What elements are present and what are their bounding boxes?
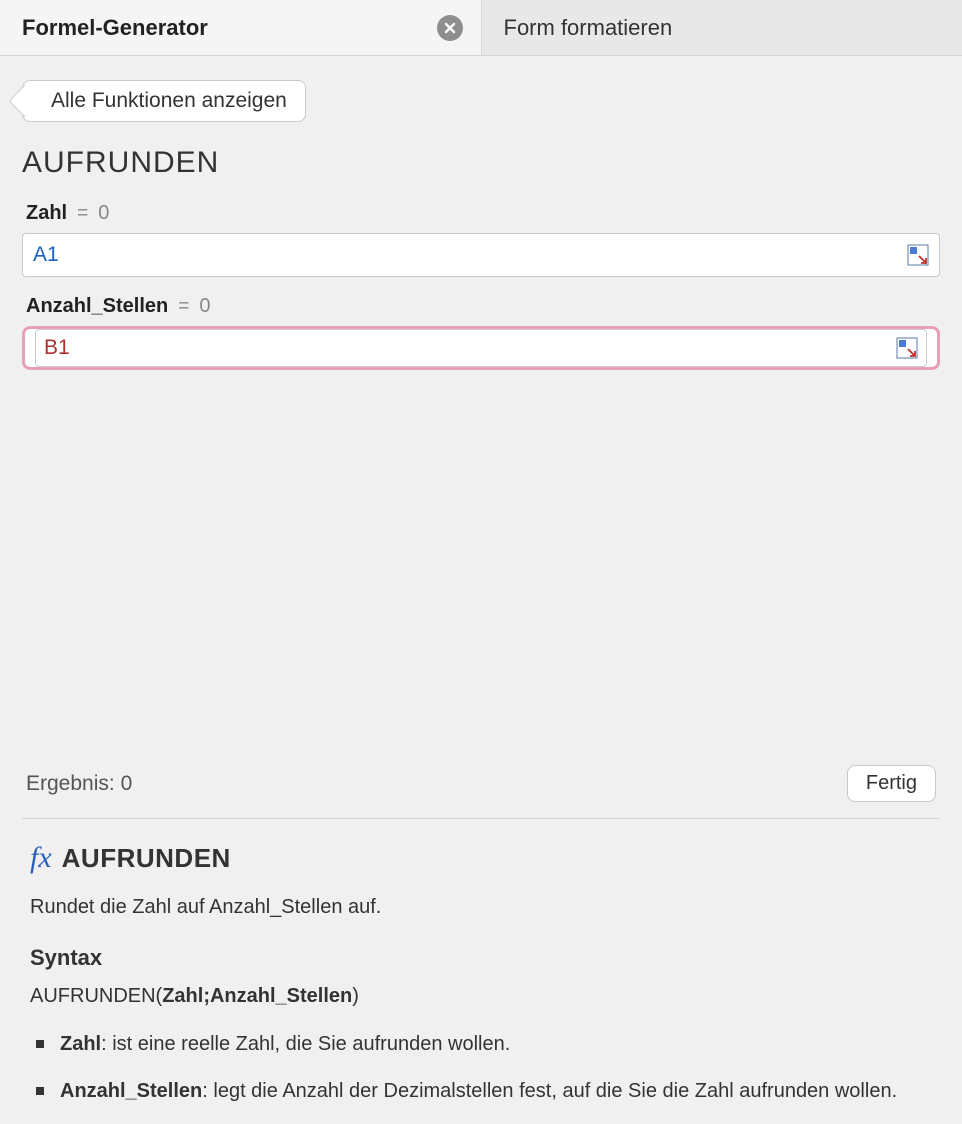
doc-arg-desc: : legt die Anzahl der Dezimalstellen fes… (202, 1080, 897, 1102)
tab-label: Form formatieren (504, 15, 673, 41)
doc-arg-desc: : ist eine reelle Zahl, die Sie aufrunde… (101, 1033, 510, 1055)
equals-sign: = (77, 203, 88, 225)
sig-prefix: AUFRUNDEN( (30, 985, 162, 1007)
fx-icon: fx (30, 841, 52, 875)
tab-bar: Formel-Generator Form formatieren (0, 0, 962, 56)
doc-func-name: AUFRUNDEN (62, 843, 231, 874)
doc-description: Rundet die Zahl auf Anzahl_Stellen auf. (30, 893, 932, 921)
param-name: Zahl (26, 202, 67, 225)
result-value: 0 (121, 772, 133, 795)
doc-arg-list: Zahl: ist eine reelle Zahl, die Sie aufr… (30, 1030, 932, 1106)
sig-suffix: ) (352, 985, 359, 1007)
param-input-zahl[interactable] (33, 243, 907, 267)
param-preview-value: 0 (98, 202, 109, 225)
function-help: fx AUFRUNDEN Rundet die Zahl auf Anzahl_… (22, 819, 940, 1124)
param-row: Anzahl_Stellen = 0 (22, 295, 940, 370)
param-input-wrap-focused (22, 326, 940, 370)
function-title: AUFRUNDEN (22, 146, 940, 180)
param-row: Zahl = 0 (22, 202, 940, 277)
tab-format-shape[interactable]: Form formatieren (482, 0, 962, 55)
doc-arg-name: Zahl (60, 1033, 101, 1055)
breadcrumb-label: Alle Funktionen anzeigen (51, 89, 287, 113)
range-picker-icon[interactable] (896, 337, 918, 359)
result-label: Ergebnis: (26, 772, 115, 795)
result-row: Ergebnis: 0 Fertig (22, 757, 940, 819)
doc-signature: AUFRUNDEN(Zahl;Anzahl_Stellen) (30, 985, 932, 1008)
done-button[interactable]: Fertig (847, 765, 936, 802)
formula-panel: Alle Funktionen anzeigen AUFRUNDEN Zahl … (0, 56, 962, 1124)
close-icon[interactable] (437, 15, 463, 41)
doc-arg-name: Anzahl_Stellen (60, 1080, 202, 1102)
param-input-anzahl-stellen[interactable] (44, 336, 896, 360)
param-label-row: Zahl = 0 (22, 202, 940, 225)
param-label-row: Anzahl_Stellen = 0 (22, 295, 940, 318)
syntax-heading: Syntax (30, 945, 932, 971)
param-preview-value: 0 (199, 295, 210, 318)
tab-label: Formel-Generator (22, 15, 208, 41)
doc-arg-item: Anzahl_Stellen: legt die Anzahl der Dezi… (34, 1077, 932, 1106)
doc-arg-item: Zahl: ist eine reelle Zahl, die Sie aufr… (34, 1030, 932, 1059)
param-input-wrap (22, 233, 940, 277)
param-name: Anzahl_Stellen (26, 295, 168, 318)
range-picker-icon[interactable] (907, 244, 929, 266)
tab-formula-generator[interactable]: Formel-Generator (0, 0, 482, 55)
sig-args: Zahl;Anzahl_Stellen (162, 985, 352, 1007)
equals-sign: = (178, 296, 189, 318)
breadcrumb-back[interactable]: Alle Funktionen anzeigen (22, 80, 306, 122)
